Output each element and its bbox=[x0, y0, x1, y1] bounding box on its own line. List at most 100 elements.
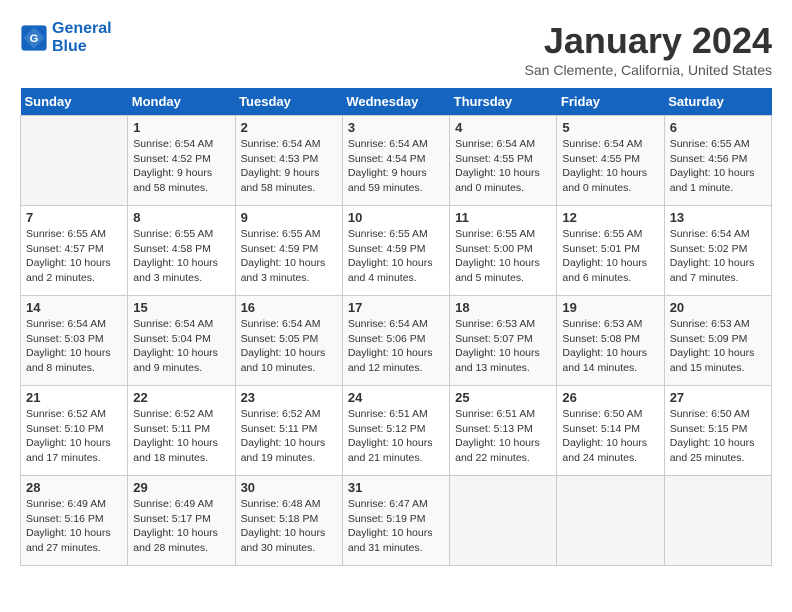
calendar-cell: 5 Sunrise: 6:54 AM Sunset: 4:55 PM Daylig… bbox=[557, 116, 664, 206]
day-info: Sunrise: 6:50 AM Sunset: 5:15 PM Dayligh… bbox=[670, 407, 766, 466]
day-number: 6 bbox=[670, 120, 766, 135]
day-info: Sunrise: 6:55 AM Sunset: 4:59 PM Dayligh… bbox=[241, 227, 337, 286]
day-number: 19 bbox=[562, 300, 658, 315]
calendar-cell: 9 Sunrise: 6:55 AM Sunset: 4:59 PM Daylig… bbox=[235, 206, 342, 296]
day-info: Sunrise: 6:52 AM Sunset: 5:10 PM Dayligh… bbox=[26, 407, 122, 466]
day-number: 24 bbox=[348, 390, 444, 405]
calendar-cell: 11Sunrise: 6:55 AM Sunset: 5:00 PM Dayli… bbox=[450, 206, 557, 296]
day-info: Sunrise: 6:54 AM Sunset: 4:55 PM Dayligh… bbox=[562, 137, 658, 196]
calendar-cell: 28 Sunrise: 6:49 AM Sunset: 5:16 PM Dayli… bbox=[21, 476, 128, 566]
month-title: January 2024 bbox=[525, 20, 772, 62]
day-number: 30 bbox=[241, 480, 337, 495]
calendar-week-row: 21 Sunrise: 6:52 AM Sunset: 5:10 PM Dayli… bbox=[21, 386, 772, 476]
day-number: 1 bbox=[133, 120, 229, 135]
day-number: 14 bbox=[26, 300, 122, 315]
day-info: Sunrise: 6:47 AM Sunset: 5:19 PM Dayligh… bbox=[348, 497, 444, 556]
day-info: Sunrise: 6:51 AM Sunset: 5:12 PM Dayligh… bbox=[348, 407, 444, 466]
calendar-cell: 2 Sunrise: 6:54 AM Sunset: 4:53 PM Daylig… bbox=[235, 116, 342, 206]
calendar-cell: 31 Sunrise: 6:47 AM Sunset: 5:19 PM Dayli… bbox=[342, 476, 449, 566]
calendar-cell: 8 Sunrise: 6:55 AM Sunset: 4:58 PM Daylig… bbox=[128, 206, 235, 296]
weekday-header-wednesday: Wednesday bbox=[342, 88, 449, 116]
day-number: 28 bbox=[26, 480, 122, 495]
weekday-header-row: SundayMondayTuesdayWednesdayThursdayFrid… bbox=[21, 88, 772, 116]
weekday-header-sunday: Sunday bbox=[21, 88, 128, 116]
day-info: Sunrise: 6:55 AM Sunset: 5:01 PM Dayligh… bbox=[562, 227, 658, 286]
calendar-cell: 21 Sunrise: 6:52 AM Sunset: 5:10 PM Dayli… bbox=[21, 386, 128, 476]
calendar-cell: 15Sunrise: 6:54 AM Sunset: 5:04 PM Dayli… bbox=[128, 296, 235, 386]
day-info: Sunrise: 6:54 AM Sunset: 4:54 PM Dayligh… bbox=[348, 137, 444, 196]
day-info: Sunrise: 6:51 AM Sunset: 5:13 PM Dayligh… bbox=[455, 407, 551, 466]
day-info: Sunrise: 6:55 AM Sunset: 4:59 PM Dayligh… bbox=[348, 227, 444, 286]
day-info: Sunrise: 6:54 AM Sunset: 4:53 PM Dayligh… bbox=[241, 137, 337, 196]
day-info: Sunrise: 6:52 AM Sunset: 5:11 PM Dayligh… bbox=[241, 407, 337, 466]
calendar-cell: 13 Sunrise: 6:54 AM Sunset: 5:02 PM Dayli… bbox=[664, 206, 771, 296]
day-number: 9 bbox=[241, 210, 337, 225]
day-number: 21 bbox=[26, 390, 122, 405]
page-header: G General Blue January 2024 San Clemente… bbox=[20, 20, 772, 78]
calendar-cell: 17 Sunrise: 6:54 AM Sunset: 5:06 PM Dayli… bbox=[342, 296, 449, 386]
calendar-cell: 12 Sunrise: 6:55 AM Sunset: 5:01 PM Dayli… bbox=[557, 206, 664, 296]
day-info: Sunrise: 6:54 AM Sunset: 5:06 PM Dayligh… bbox=[348, 317, 444, 376]
day-info: Sunrise: 6:52 AM Sunset: 5:11 PM Dayligh… bbox=[133, 407, 229, 466]
day-info: Sunrise: 6:55 AM Sunset: 5:00 PM Dayligh… bbox=[455, 227, 551, 286]
day-info: Sunrise: 6:54 AM Sunset: 5:02 PM Dayligh… bbox=[670, 227, 766, 286]
calendar-cell: 23Sunrise: 6:52 AM Sunset: 5:11 PM Dayli… bbox=[235, 386, 342, 476]
day-number: 4 bbox=[455, 120, 551, 135]
calendar-cell: 20 Sunrise: 6:53 AM Sunset: 5:09 PM Dayli… bbox=[664, 296, 771, 386]
day-number: 22 bbox=[133, 390, 229, 405]
calendar-cell bbox=[557, 476, 664, 566]
day-info: Sunrise: 6:54 AM Sunset: 5:05 PM Dayligh… bbox=[241, 317, 337, 376]
day-number: 20 bbox=[670, 300, 766, 315]
day-number: 12 bbox=[562, 210, 658, 225]
weekday-header-friday: Friday bbox=[557, 88, 664, 116]
day-number: 31 bbox=[348, 480, 444, 495]
calendar-cell: 3 Sunrise: 6:54 AM Sunset: 4:54 PM Daylig… bbox=[342, 116, 449, 206]
day-number: 2 bbox=[241, 120, 337, 135]
calendar-cell: 22 Sunrise: 6:52 AM Sunset: 5:11 PM Dayli… bbox=[128, 386, 235, 476]
day-number: 3 bbox=[348, 120, 444, 135]
calendar-table: SundayMondayTuesdayWednesdayThursdayFrid… bbox=[20, 88, 772, 566]
calendar-week-row: 14 Sunrise: 6:54 AM Sunset: 5:03 PM Dayli… bbox=[21, 296, 772, 386]
day-number: 15 bbox=[133, 300, 229, 315]
calendar-cell: 16Sunrise: 6:54 AM Sunset: 5:05 PM Dayli… bbox=[235, 296, 342, 386]
day-number: 7 bbox=[26, 210, 122, 225]
day-info: Sunrise: 6:55 AM Sunset: 4:57 PM Dayligh… bbox=[26, 227, 122, 286]
day-number: 10 bbox=[348, 210, 444, 225]
weekday-header-tuesday: Tuesday bbox=[235, 88, 342, 116]
day-number: 18 bbox=[455, 300, 551, 315]
day-info: Sunrise: 6:55 AM Sunset: 4:58 PM Dayligh… bbox=[133, 227, 229, 286]
calendar-cell bbox=[21, 116, 128, 206]
day-info: Sunrise: 6:55 AM Sunset: 4:56 PM Dayligh… bbox=[670, 137, 766, 196]
calendar-cell: 18 Sunrise: 6:53 AM Sunset: 5:07 PM Dayli… bbox=[450, 296, 557, 386]
day-number: 25 bbox=[455, 390, 551, 405]
day-info: Sunrise: 6:53 AM Sunset: 5:09 PM Dayligh… bbox=[670, 317, 766, 376]
calendar-cell: 14 Sunrise: 6:54 AM Sunset: 5:03 PM Dayli… bbox=[21, 296, 128, 386]
logo: G General Blue bbox=[20, 20, 112, 56]
calendar-cell: 25 Sunrise: 6:51 AM Sunset: 5:13 PM Dayli… bbox=[450, 386, 557, 476]
day-info: Sunrise: 6:54 AM Sunset: 5:03 PM Dayligh… bbox=[26, 317, 122, 376]
day-number: 17 bbox=[348, 300, 444, 315]
calendar-week-row: 1Sunrise: 6:54 AM Sunset: 4:52 PM Daylig… bbox=[21, 116, 772, 206]
weekday-header-thursday: Thursday bbox=[450, 88, 557, 116]
calendar-cell: 29Sunrise: 6:49 AM Sunset: 5:17 PM Dayli… bbox=[128, 476, 235, 566]
calendar-cell bbox=[450, 476, 557, 566]
weekday-header-saturday: Saturday bbox=[664, 88, 771, 116]
day-info: Sunrise: 6:48 AM Sunset: 5:18 PM Dayligh… bbox=[241, 497, 337, 556]
day-info: Sunrise: 6:49 AM Sunset: 5:16 PM Dayligh… bbox=[26, 497, 122, 556]
calendar-cell: 10 Sunrise: 6:55 AM Sunset: 4:59 PM Dayli… bbox=[342, 206, 449, 296]
calendar-cell: 30 Sunrise: 6:48 AM Sunset: 5:18 PM Dayli… bbox=[235, 476, 342, 566]
calendar-week-row: 28 Sunrise: 6:49 AM Sunset: 5:16 PM Dayli… bbox=[21, 476, 772, 566]
day-info: Sunrise: 6:53 AM Sunset: 5:08 PM Dayligh… bbox=[562, 317, 658, 376]
day-number: 26 bbox=[562, 390, 658, 405]
weekday-header-monday: Monday bbox=[128, 88, 235, 116]
calendar-cell: 6 Sunrise: 6:55 AM Sunset: 4:56 PM Daylig… bbox=[664, 116, 771, 206]
day-info: Sunrise: 6:54 AM Sunset: 4:55 PM Dayligh… bbox=[455, 137, 551, 196]
calendar-cell: 1Sunrise: 6:54 AM Sunset: 4:52 PM Daylig… bbox=[128, 116, 235, 206]
logo-text: General Blue bbox=[52, 20, 112, 56]
day-number: 8 bbox=[133, 210, 229, 225]
day-info: Sunrise: 6:53 AM Sunset: 5:07 PM Dayligh… bbox=[455, 317, 551, 376]
day-number: 27 bbox=[670, 390, 766, 405]
calendar-cell: 7 Sunrise: 6:55 AM Sunset: 4:57 PM Daylig… bbox=[21, 206, 128, 296]
day-number: 13 bbox=[670, 210, 766, 225]
day-number: 5 bbox=[562, 120, 658, 135]
